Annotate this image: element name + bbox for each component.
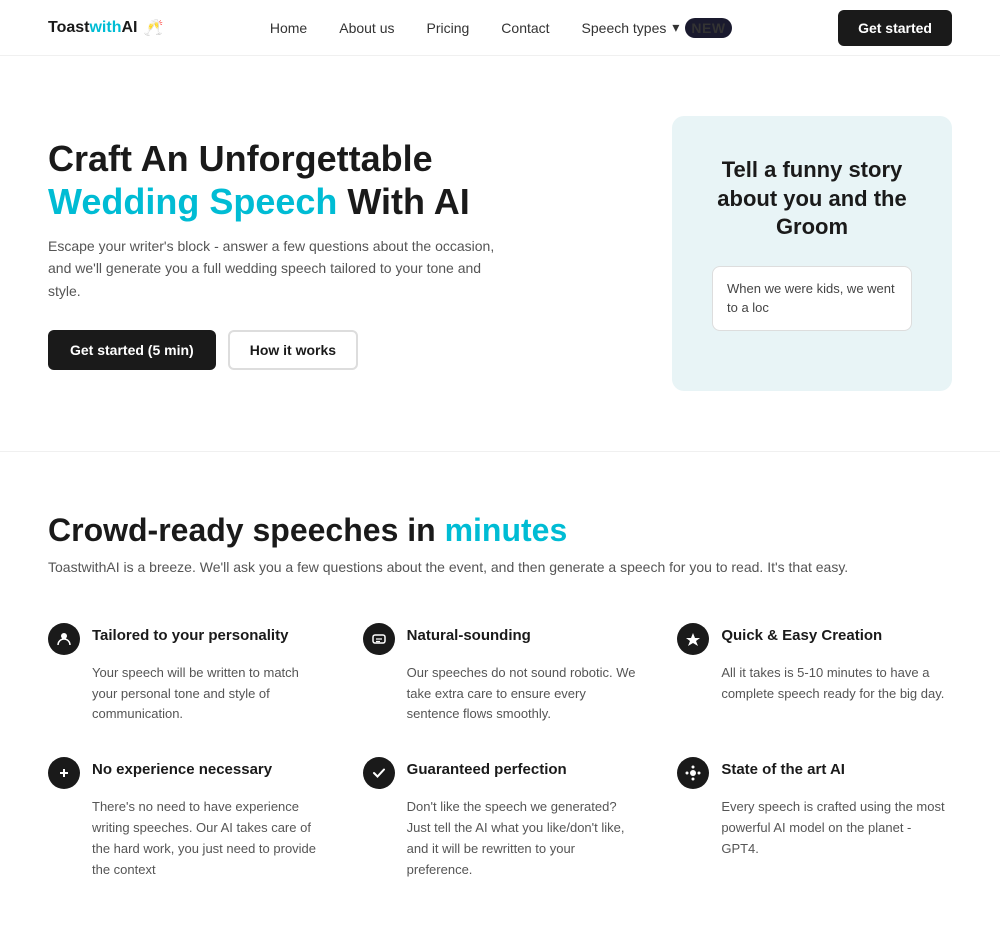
nav-link-about[interactable]: About us <box>339 20 394 36</box>
feature-item-noexp: No experience necessary There's no need … <box>48 757 323 880</box>
new-badge: NEW <box>685 18 731 38</box>
natural-icon <box>363 623 395 655</box>
feature-desc-ai: Every speech is crafted using the most p… <box>721 797 952 859</box>
how-it-works-button[interactable]: How it works <box>228 330 358 370</box>
feature-desc-personality: Your speech will be written to match you… <box>92 663 323 725</box>
logo-text: ToastwithAI <box>48 19 137 37</box>
quick-icon <box>677 623 709 655</box>
feature-title-ai: State of the art AI <box>721 761 845 778</box>
feature-item-ai: State of the art AI Every speech is craf… <box>677 757 952 880</box>
nav-link-pricing[interactable]: Pricing <box>427 20 470 36</box>
nav-cta-button[interactable]: Get started <box>838 10 952 46</box>
logo[interactable]: ToastwithAI 🥂 <box>48 18 163 38</box>
hero-card-input[interactable]: When we were kids, we went to a loc <box>712 266 912 331</box>
hero-section: Craft An Unforgettable Wedding Speech Wi… <box>0 56 1000 451</box>
features-section: Crowd-ready speeches in minutes Toastwit… <box>0 452 1000 940</box>
noexp-icon <box>48 757 80 789</box>
hero-card-title: Tell a funny story about you and the Gro… <box>712 156 912 242</box>
nav-links: Home About us Pricing Contact Speech typ… <box>270 18 732 38</box>
feature-title-quick: Quick & Easy Creation <box>721 627 882 644</box>
features-subtext: ToastwithAI is a breeze. We'll ask you a… <box>48 559 952 575</box>
feature-title-noexp: No experience necessary <box>92 761 272 778</box>
get-started-button[interactable]: Get started (5 min) <box>48 330 216 370</box>
feature-desc-guaranteed: Don't like the speech we generated? Just… <box>407 797 638 880</box>
logo-icon: 🥂 <box>143 18 163 38</box>
speech-types-label: Speech types <box>582 20 667 36</box>
chevron-down-icon: ▾ <box>672 19 679 36</box>
hero-buttons: Get started (5 min) How it works <box>48 330 508 370</box>
hero-title-highlight: Wedding Speech <box>48 181 337 222</box>
feature-desc-noexp: There's no need to have experience writi… <box>92 797 323 880</box>
feature-item-natural: Natural-sounding Our speeches do not sou… <box>363 623 638 725</box>
features-headline: Crowd-ready speeches in minutes <box>48 512 952 549</box>
feature-desc-natural: Our speeches do not sound robotic. We ta… <box>407 663 638 725</box>
feature-item-personality: Tailored to your personality Your speech… <box>48 623 323 725</box>
hero-description: Escape your writer's block - answer a fe… <box>48 235 508 302</box>
feature-title-natural: Natural-sounding <box>407 627 531 644</box>
hero-card: Tell a funny story about you and the Gro… <box>672 116 952 391</box>
guaranteed-icon <box>363 757 395 789</box>
nav-link-contact[interactable]: Contact <box>501 20 549 36</box>
feature-desc-quick: All it takes is 5-10 minutes to have a c… <box>721 663 952 705</box>
speech-types-dropdown[interactable]: Speech types ▾ NEW <box>582 18 732 38</box>
navbar: ToastwithAI 🥂 Home About us Pricing Cont… <box>0 0 1000 56</box>
ai-icon <box>677 757 709 789</box>
feature-item-guaranteed: Guaranteed perfection Don't like the spe… <box>363 757 638 880</box>
feature-title-personality: Tailored to your personality <box>92 627 288 644</box>
personality-icon <box>48 623 80 655</box>
nav-link-home[interactable]: Home <box>270 20 307 36</box>
feature-title-guaranteed: Guaranteed perfection <box>407 761 567 778</box>
hero-title: Craft An Unforgettable Wedding Speech Wi… <box>48 137 508 223</box>
features-headline-highlight: minutes <box>445 512 568 548</box>
features-grid: Tailored to your personality Your speech… <box>48 623 952 881</box>
hero-left: Craft An Unforgettable Wedding Speech Wi… <box>48 137 508 371</box>
feature-item-quick: Quick & Easy Creation All it takes is 5-… <box>677 623 952 725</box>
